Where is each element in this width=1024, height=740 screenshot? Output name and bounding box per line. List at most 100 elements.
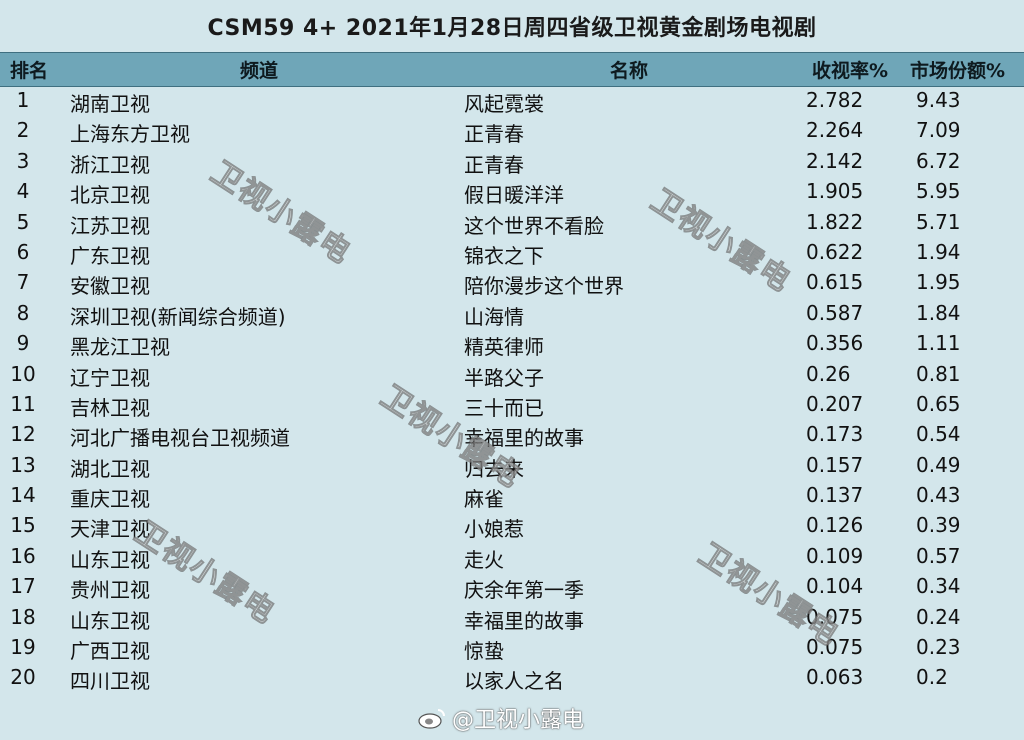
- cell-rating: 0.063: [806, 665, 864, 690]
- cell-rank: 17: [10, 574, 36, 599]
- cell-show: 陪你漫步这个世界: [464, 274, 624, 299]
- cell-channel: 四川卫视: [70, 669, 150, 694]
- cell-channel: 吉林卫视: [70, 395, 150, 420]
- cell-rating: 0.104: [806, 574, 864, 599]
- cell-rating: 0.137: [806, 483, 864, 508]
- cell-show: 以家人之名: [464, 669, 564, 694]
- cell-rating: 0.075: [806, 635, 864, 660]
- cell-rank: 2: [16, 118, 30, 143]
- cell-show: 这个世界不看脸: [464, 213, 604, 238]
- cell-rating: 2.264: [806, 118, 864, 143]
- cell-channel: 湖北卫视: [70, 456, 150, 481]
- cell-rank: 3: [16, 148, 30, 173]
- cell-rating: 0.615: [806, 270, 864, 295]
- table-row: 12 河北广播电视台卫视频道 幸福里的故事 0.173 0.54: [0, 420, 1024, 450]
- cell-show: 归去来: [464, 456, 524, 481]
- cell-rank: 20: [10, 665, 36, 690]
- cell-show: 幸福里的故事: [464, 608, 584, 633]
- header-rating: 收视率%: [812, 60, 889, 82]
- cell-rating: 2.782: [806, 88, 864, 112]
- table-row: 9 黑龙江卫视 精英律师 0.356 1.11: [0, 329, 1024, 359]
- table-row: 16 山东卫视 走火 0.109 0.57: [0, 542, 1024, 572]
- table-row: 8 深圳卫视(新闻综合频道) 山海情 0.587 1.84: [0, 299, 1024, 329]
- cell-show: 假日暖洋洋: [464, 183, 564, 208]
- cell-show: 幸福里的故事: [464, 426, 584, 451]
- table-row: 15 天津卫视 小娘惹 0.126 0.39: [0, 511, 1024, 541]
- table-row: 2 上海东方卫视 正青春 2.264 7.09: [0, 116, 1024, 146]
- cell-channel: 北京卫视: [70, 183, 150, 208]
- cell-show: 小娘惹: [464, 517, 524, 542]
- table-row: 1 湖南卫视 风起霓裳 2.782 9.43: [0, 86, 1024, 116]
- cell-rank: 12: [10, 422, 36, 447]
- cell-share: 0.65: [916, 391, 961, 416]
- cell-channel: 山东卫视: [70, 608, 150, 633]
- cell-show: 风起霓裳: [464, 92, 544, 116]
- cell-rating: 0.622: [806, 239, 864, 264]
- cell-rank: 18: [10, 604, 36, 629]
- cell-channel: 河北广播电视台卫视频道: [70, 426, 290, 451]
- cell-rating: 0.587: [806, 300, 864, 325]
- cell-share: 9.43: [916, 88, 961, 112]
- header-share: 市场份额%: [910, 60, 1006, 82]
- cell-channel: 安徽卫视: [70, 274, 150, 299]
- cell-rating: 1.905: [806, 179, 864, 204]
- cell-rank: 19: [10, 635, 36, 660]
- cell-show: 锦衣之下: [464, 243, 544, 268]
- cell-rank: 6: [16, 239, 30, 264]
- header-rank: 排名: [10, 60, 49, 82]
- cell-share: 0.43: [916, 483, 961, 508]
- weibo-icon: [418, 707, 446, 729]
- cell-channel: 江苏卫视: [70, 213, 150, 238]
- header-show: 名称: [610, 60, 649, 82]
- cell-channel: 贵州卫视: [70, 578, 150, 603]
- cell-rank: 16: [10, 543, 36, 568]
- cell-rank: 14: [10, 483, 36, 508]
- cell-show: 山海情: [464, 304, 524, 329]
- cell-channel: 湖南卫视: [70, 92, 150, 116]
- cell-show: 半路父子: [464, 365, 544, 390]
- cell-share: 5.95: [916, 179, 961, 204]
- table-row: 20 四川卫视 以家人之名 0.063 0.2: [0, 663, 1024, 693]
- cell-share: 0.81: [916, 361, 961, 386]
- table-row: 5 江苏卫视 这个世界不看脸 1.822 5.71: [0, 208, 1024, 238]
- cell-rating: 0.157: [806, 452, 864, 477]
- table-title: CSM59 4+ 2021年1月28日周四省级卫视黄金剧场电视剧: [207, 16, 817, 41]
- cell-rating: 0.173: [806, 422, 864, 447]
- table-row: 13 湖北卫视 归去来 0.157 0.49: [0, 451, 1024, 481]
- cell-channel: 上海东方卫视: [70, 122, 190, 147]
- cell-rank: 13: [10, 452, 36, 477]
- cell-share: 5.71: [916, 209, 961, 234]
- weibo-watermark: @卫视小露电: [418, 702, 584, 734]
- ratings-table: 排名 频道 名称 收视率% 市场份额% 1 湖南卫视 风起霓裳 2.782 9.43 2 上…: [0, 52, 1024, 740]
- cell-share: 0.2: [916, 665, 948, 690]
- cell-rank: 5: [16, 209, 30, 234]
- cell-share: 0.34: [916, 574, 961, 599]
- cell-share: 1.11: [916, 331, 961, 356]
- cell-show: 精英律师: [464, 335, 544, 360]
- cell-channel: 重庆卫视: [70, 487, 150, 512]
- table-row: 7 安徽卫视 陪你漫步这个世界 0.615 1.95: [0, 268, 1024, 298]
- cell-channel: 深圳卫视(新闻综合频道): [70, 304, 286, 329]
- cell-channel: 广西卫视: [70, 639, 150, 664]
- cell-channel: 辽宁卫视: [70, 365, 150, 390]
- cell-share: 6.72: [916, 148, 961, 173]
- cell-share: 7.09: [916, 118, 961, 143]
- cell-rating: 0.075: [806, 604, 864, 629]
- cell-share: 1.94: [916, 239, 961, 264]
- table-header: 排名 频道 名称 收视率% 市场份额%: [0, 52, 1024, 87]
- cell-show: 庆余年第一季: [464, 578, 584, 603]
- table-row: 14 重庆卫视 麻雀 0.137 0.43: [0, 481, 1024, 511]
- header-channel: 频道: [240, 60, 279, 82]
- cell-rank: 4: [16, 179, 30, 204]
- table-row: 19 广西卫视 惊蛰 0.075 0.23: [0, 633, 1024, 663]
- cell-show: 正青春: [464, 122, 524, 147]
- cell-channel: 山东卫视: [70, 547, 150, 572]
- table-body: 1 湖南卫视 风起霓裳 2.782 9.43 2 上海东方卫视 正青春 2.264 7.09 3 浙江…: [0, 86, 1024, 694]
- table-row: 10 辽宁卫视 半路父子 0.26 0.81: [0, 360, 1024, 390]
- cell-rating: 0.356: [806, 331, 864, 356]
- weibo-handle: @卫视小露电: [452, 708, 585, 733]
- cell-share: 0.23: [916, 635, 961, 660]
- cell-rank: 11: [10, 391, 36, 416]
- cell-rating: 1.822: [806, 209, 864, 234]
- cell-rating: 2.142: [806, 148, 864, 173]
